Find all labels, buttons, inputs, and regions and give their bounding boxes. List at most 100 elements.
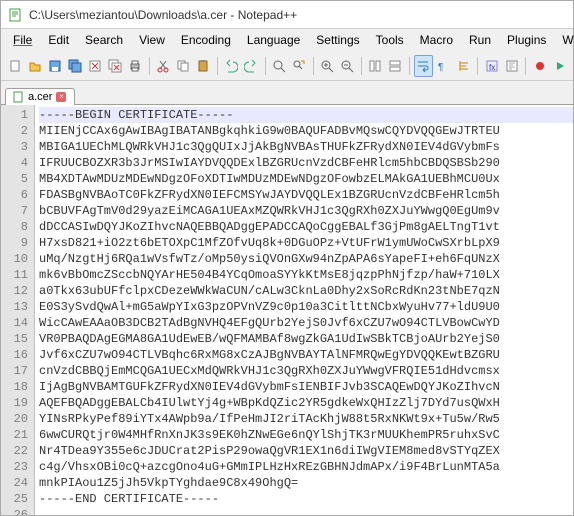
line-number: 2 [5, 123, 28, 139]
sync-h-icon[interactable] [386, 55, 405, 77]
code-line[interactable]: IjAgBgNVBAMTGUFkZFRydXN0IEV4dGVybmFsIENB… [39, 379, 573, 395]
close-all-icon[interactable] [105, 55, 124, 77]
line-number: 7 [5, 203, 28, 219]
new-file-icon[interactable] [5, 55, 24, 77]
menu-run[interactable]: Run [461, 31, 499, 49]
close-icon[interactable] [85, 55, 104, 77]
code-line[interactable]: bCBUVFAgTmV0d29yazEiMCAGA1UEAxMZQWRkVHJ1… [39, 203, 573, 219]
wrap-icon[interactable] [414, 55, 433, 77]
tab-label: a.cer [28, 91, 52, 103]
code-line[interactable]: 6wwCURQtjr0W4MHfRnXnJK3s9EK0hZNwEGe6nQYl… [39, 427, 573, 443]
zoom-out-icon[interactable] [338, 55, 357, 77]
code-line[interactable]: c4g/VhsxOBi0cQ+azcgOno4uG+GMmIPLHzHxREzG… [39, 459, 573, 475]
code-line[interactable]: E0S3ySvdQwAl+mG5aWpYIxG3pzOPVnVZ9c0p10a3… [39, 299, 573, 315]
line-number: 22 [5, 443, 28, 459]
code-area[interactable]: -----BEGIN CERTIFICATE-----MIIENjCCAx6gA… [35, 105, 573, 515]
code-line[interactable]: a0Tkx63ubUFfclpxCDezeWWkWaCUN/cALw3CknLa… [39, 283, 573, 299]
menu-macro[interactable]: Macro [412, 31, 461, 49]
toolbar: ¶ fx [1, 51, 573, 81]
code-line[interactable]: H7xsD821+iO2zt6bETOXpC1MfZOfvUq8k+0DGuOP… [39, 235, 573, 251]
redo-icon[interactable] [242, 55, 261, 77]
play-icon[interactable] [550, 55, 569, 77]
code-line[interactable]: FDASBgNVBAoTC0FkZFRydXN0IEFCMSYwJAYDVQQL… [39, 187, 573, 203]
line-number: 19 [5, 395, 28, 411]
code-line[interactable]: Nr4TDea9Y355e6cJDUCrat2PisP29owaQgVR1EX1… [39, 443, 573, 459]
code-line[interactable]: YINsRPkyPef89iYTx4AWpb9a/IfPeHmJI2riTAcK… [39, 411, 573, 427]
line-number: 4 [5, 155, 28, 171]
code-line[interactable]: IFRUUCBOZXR3b3JrMSIwIAYDVQQDExlBZGRUcnVz… [39, 155, 573, 171]
tab-a-cer[interactable]: a.cer × [5, 88, 75, 105]
file-icon [12, 91, 24, 103]
open-file-icon[interactable] [25, 55, 44, 77]
code-line[interactable]: Jvf6xCZU7wO94CTLVBqhc6RxMG8xCzAJBgNVBAYT… [39, 347, 573, 363]
code-line[interactable]: mk6vBbOmcZSccbNQYArHE504B4YCqOmoaSYYkKtM… [39, 267, 573, 283]
code-line[interactable]: cnVzdCBBQjEmMCQGA1UECxMdQWRkVHJ1c3QgRXh0… [39, 363, 573, 379]
line-number: 11 [5, 267, 28, 283]
toolbar-separator [361, 57, 362, 75]
menu-file[interactable]: File [5, 31, 40, 49]
copy-icon[interactable] [174, 55, 193, 77]
menubar: File Edit Search View Encoding Language … [1, 29, 573, 51]
code-line[interactable]: MB4XDTAwMDUzMDEwNDgzOFoXDTIwMDUzMDEwNDgz… [39, 171, 573, 187]
record-icon[interactable] [530, 55, 549, 77]
sync-v-icon[interactable] [366, 55, 385, 77]
code-line[interactable]: VR0PBAQDAgEGMA8GA1UdEwEB/wQFMAMBAf8wgZkG… [39, 331, 573, 347]
code-line[interactable]: -----END CERTIFICATE----- [39, 491, 573, 507]
toolbar-separator [217, 57, 218, 75]
line-number: 15 [5, 331, 28, 347]
svg-text:¶: ¶ [438, 62, 443, 73]
menu-search[interactable]: Search [77, 31, 131, 49]
line-number: 21 [5, 427, 28, 443]
line-number: 3 [5, 139, 28, 155]
menu-view[interactable]: View [131, 31, 173, 49]
line-gutter: 1234567891011121314151617181920212223242… [1, 105, 35, 515]
toolbar-separator [409, 57, 410, 75]
line-number: 23 [5, 459, 28, 475]
print-icon[interactable] [126, 55, 145, 77]
menu-encoding[interactable]: Encoding [173, 31, 239, 49]
code-line[interactable] [39, 507, 573, 515]
zoom-in-icon[interactable] [318, 55, 337, 77]
line-number: 14 [5, 315, 28, 331]
menu-plugins[interactable]: Plugins [499, 31, 554, 49]
line-number: 25 [5, 491, 28, 507]
tabbar: a.cer × [1, 81, 573, 105]
code-line[interactable]: -----BEGIN CERTIFICATE----- [39, 107, 573, 123]
code-line[interactable]: AQEFBQADggEBALCb4IUlwtYj4g+WBpKdQZic2YR5… [39, 395, 573, 411]
line-number: 17 [5, 363, 28, 379]
line-number: 24 [5, 475, 28, 491]
menu-settings[interactable]: Settings [308, 31, 367, 49]
indent-guide-icon[interactable] [454, 55, 473, 77]
cut-icon[interactable] [154, 55, 173, 77]
line-number: 10 [5, 251, 28, 267]
line-number: 18 [5, 379, 28, 395]
line-number: 6 [5, 187, 28, 203]
doc-map-icon[interactable] [502, 55, 521, 77]
titlebar: C:\Users\meziantou\Downloads\a.cer - Not… [1, 1, 573, 29]
code-line[interactable]: MIIENjCCAx6gAwIBAgIBATANBgkqhkiG9w0BAQUF… [39, 123, 573, 139]
line-number: 9 [5, 235, 28, 251]
toolbar-separator [525, 57, 526, 75]
paste-icon[interactable] [194, 55, 213, 77]
code-line[interactable]: mnkPIAou1Z5jJh5VkpTYghdae9C8x49OhgQ= [39, 475, 573, 491]
toolbar-separator [149, 57, 150, 75]
save-icon[interactable] [45, 55, 64, 77]
menu-window[interactable]: Window [554, 31, 574, 49]
code-line[interactable]: WicCAwEAAaOB3DCB2TAdBgNVHQ4EFgQUrb2YejS0… [39, 315, 573, 331]
app-icon [7, 7, 23, 23]
code-line[interactable]: MBIGA1UEChMLQWRkVHJ1c3QgQUIxJjAkBgNVBAsT… [39, 139, 573, 155]
code-line[interactable]: uMq/NzgtHj6RQa1wVsfwTz/oMp50ysiQVOnGXw94… [39, 251, 573, 267]
whitespace-icon[interactable]: ¶ [434, 55, 453, 77]
lang-icon[interactable]: fx [482, 55, 501, 77]
replace-icon[interactable] [290, 55, 309, 77]
find-icon[interactable] [270, 55, 289, 77]
line-number: 13 [5, 299, 28, 315]
menu-language[interactable]: Language [239, 31, 308, 49]
menu-tools[interactable]: Tools [368, 31, 412, 49]
menu-edit[interactable]: Edit [40, 31, 77, 49]
undo-icon[interactable] [222, 55, 241, 77]
save-all-icon[interactable] [65, 55, 84, 77]
tab-close-icon[interactable]: × [56, 92, 66, 102]
code-line[interactable]: dDCCASIwDQYJKoZIhvcNAQEBBQADggEPADCCAQoC… [39, 219, 573, 235]
editor[interactable]: 1234567891011121314151617181920212223242… [1, 105, 573, 515]
